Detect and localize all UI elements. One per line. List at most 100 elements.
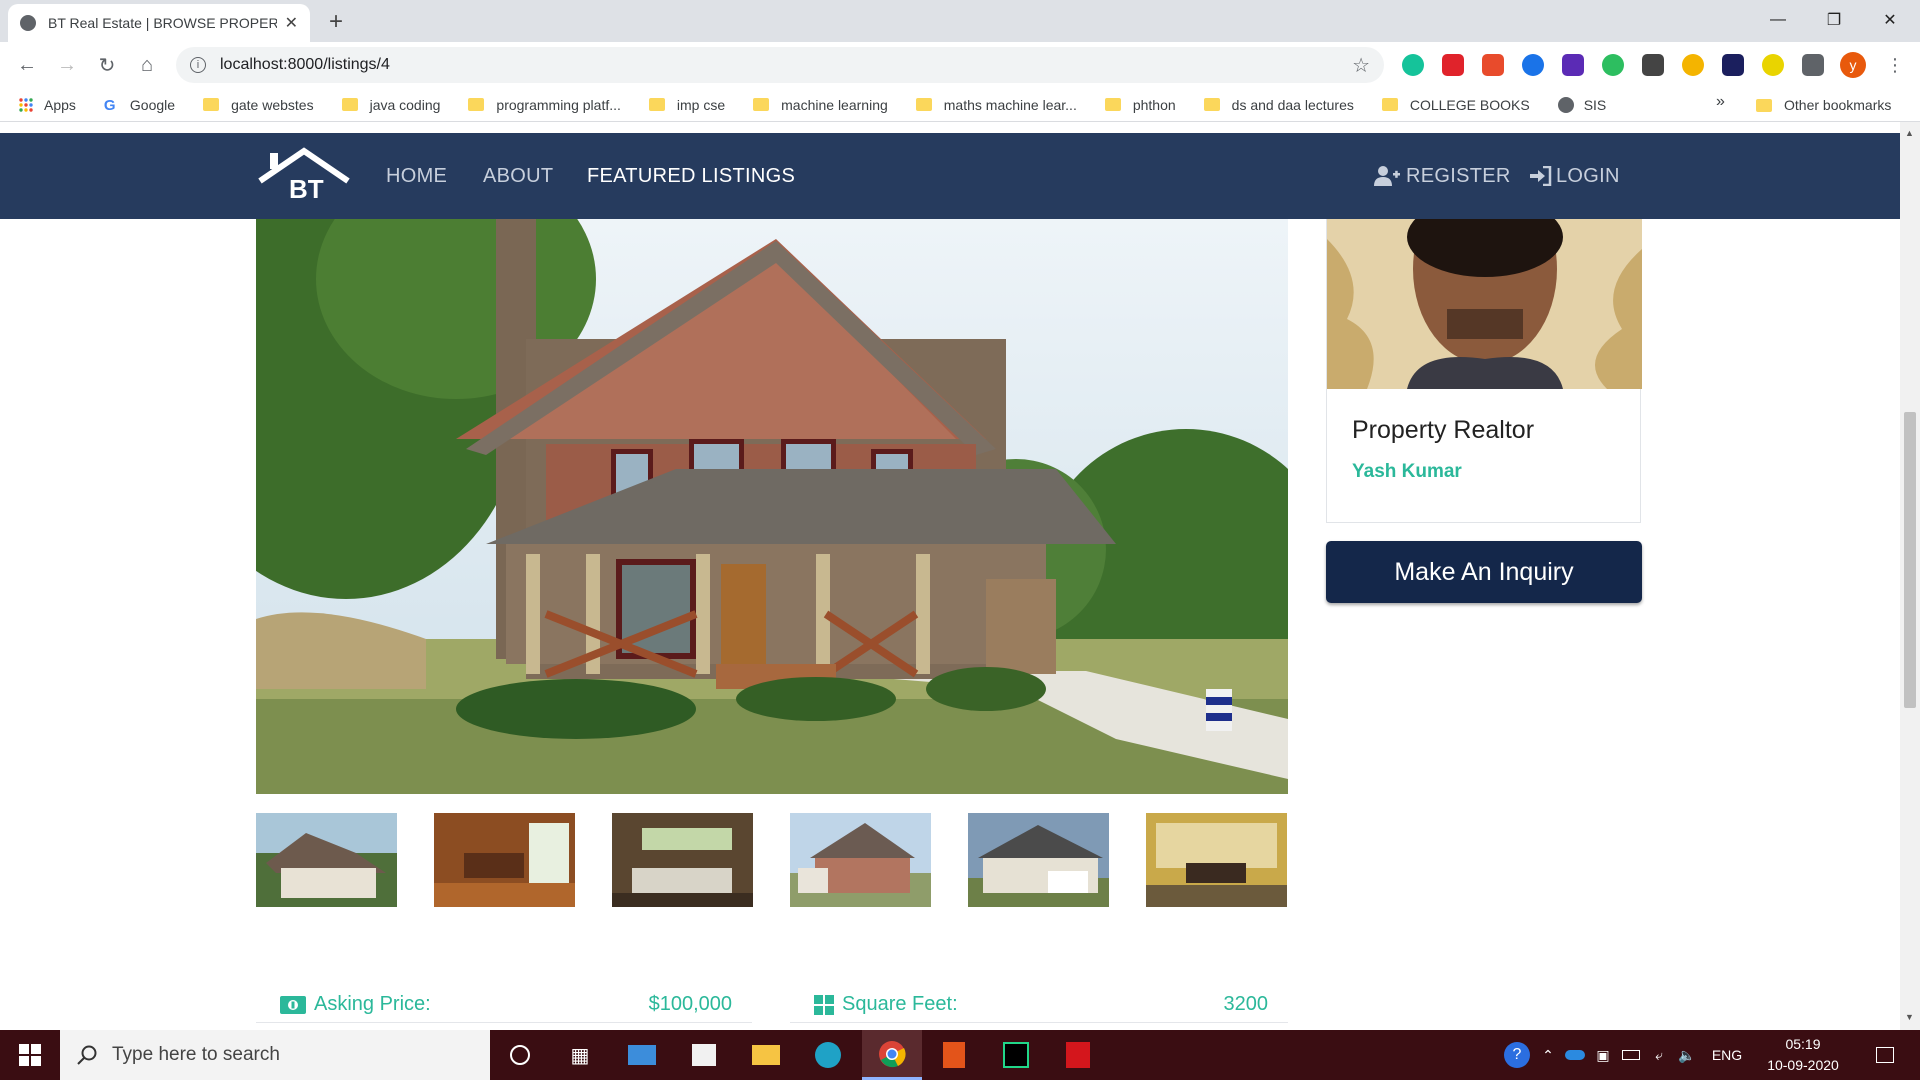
purple-extension-icon[interactable] (1562, 54, 1584, 76)
bookmark-folder[interactable]: imp cse (648, 97, 725, 113)
bookmark-folder[interactable]: maths machine lear... (915, 97, 1077, 113)
folder-icon (468, 98, 485, 111)
site-info-icon[interactable]: i (190, 57, 206, 73)
mail-app-icon[interactable] (612, 1030, 672, 1080)
display-tray-icon[interactable]: ▣ (1590, 1030, 1616, 1080)
bookmark-label: phthon (1132, 96, 1176, 113)
register-label: REGISTER (1406, 164, 1511, 187)
nav-about-link[interactable]: ABOUT (483, 133, 553, 219)
selenium-extension-icon[interactable] (1642, 54, 1664, 76)
office-app-icon[interactable] (924, 1030, 984, 1080)
bookmark-folder[interactable]: phthon (1104, 96, 1176, 113)
scroll-down-icon[interactable]: ▼ (1905, 1012, 1914, 1022)
listing-thumbnail[interactable] (612, 813, 753, 907)
realtor-card: Property Realtor Yash Kumar (1326, 219, 1642, 523)
detail-label: Square Feet: (842, 993, 958, 1015)
grid-icon (814, 994, 834, 1015)
tab-close-icon[interactable]: ✕ (285, 13, 298, 33)
make-inquiry-button[interactable]: Make An Inquiry (1326, 541, 1642, 603)
language-indicator[interactable]: ENG (1704, 1030, 1750, 1080)
chrome-icon (879, 1040, 906, 1067)
home-icon[interactable]: ⌂ (132, 50, 162, 80)
battery-icon[interactable] (1618, 1030, 1644, 1080)
listing-thumbnail[interactable] (1146, 813, 1287, 907)
file-explorer-icon[interactable] (736, 1030, 796, 1080)
page-scrollbar[interactable]: ▲ ▼ (1900, 122, 1920, 1030)
mega-extension-icon[interactable] (1442, 54, 1464, 76)
profile-avatar[interactable]: y (1840, 52, 1866, 78)
listing-thumbnail[interactable] (434, 813, 575, 907)
bookmark-folder[interactable]: machine learning (753, 97, 888, 113)
notifications-icon[interactable] (1862, 1030, 1908, 1080)
scrollbar-thumb[interactable] (1904, 412, 1916, 708)
extensions-puzzle-icon[interactable] (1802, 54, 1824, 76)
bookmarks-overflow-icon[interactable]: » (1716, 93, 1725, 111)
listing-thumbnail[interactable] (968, 813, 1109, 907)
puzzle-blue-extension-icon[interactable] (1522, 54, 1544, 76)
scroll-up-icon[interactable]: ▲ (1905, 128, 1914, 138)
onedrive-icon[interactable] (1562, 1030, 1588, 1080)
nav-featured-listings-link[interactable]: FEATURED LISTINGS (587, 133, 795, 219)
start-button[interactable] (0, 1030, 60, 1080)
bt-logo[interactable]: BT (256, 147, 352, 203)
dark-extension-icon[interactable] (1722, 54, 1744, 76)
realtor-photo (1327, 219, 1642, 389)
forward-arrow-icon[interactable]: → (52, 50, 82, 80)
detail-value: $100,000 (648, 993, 732, 1015)
evernote-extension-icon[interactable] (1602, 54, 1624, 76)
browser-tab[interactable]: BT Real Estate | BROWSE PROPERTY ✕ (8, 4, 310, 42)
edge-browser-icon[interactable] (798, 1030, 858, 1080)
windows-taskbar: Type here to search ▦ ? ⌃ ▣ ⤶ 🔈 ENG 05:1… (0, 1030, 1920, 1080)
wifi-icon[interactable]: ⤶ (1646, 1030, 1672, 1080)
minimize-icon[interactable]: — (1750, 0, 1806, 40)
tray-chevron-icon[interactable]: ⌃ (1536, 1030, 1560, 1080)
tab-title: BT Real Estate | BROWSE PROPERTY (48, 15, 277, 31)
new-tab-button[interactable]: + (322, 8, 350, 36)
play-extension-icon[interactable] (1762, 54, 1784, 76)
bookmark-sis[interactable]: SIS (1557, 96, 1606, 113)
clock-date: 10-09-2020 (1767, 1057, 1839, 1073)
site-navbar: BT HOME ABOUT FEATURED LISTINGS REGISTER… (0, 133, 1900, 219)
reload-icon[interactable]: ↻ (92, 50, 122, 80)
restore-icon[interactable]: ❐ (1806, 0, 1862, 40)
address-bar[interactable]: i localhost:8000/listings/4 ☆ (176, 47, 1384, 83)
acrobat-app-icon[interactable] (1048, 1030, 1108, 1080)
bookmark-star-icon[interactable]: ☆ (1352, 53, 1370, 78)
bookmark-label: java coding (369, 96, 441, 113)
nav-register-link[interactable]: REGISTER (1374, 133, 1511, 219)
search-icon (77, 1045, 97, 1065)
store-app-icon[interactable] (674, 1030, 734, 1080)
nav-home-link[interactable]: HOME (386, 133, 447, 219)
nav-login-link[interactable]: LOGIN (1530, 133, 1620, 219)
bookmark-google[interactable]: G Google (104, 97, 175, 114)
bookmark-folder[interactable]: gate webstes (203, 97, 314, 113)
back-arrow-icon[interactable]: ← (12, 50, 42, 80)
bookmark-folder[interactable]: COLLEGE BOOKS (1381, 97, 1530, 113)
bookmark-folder[interactable]: ds and daa lectures (1203, 97, 1354, 113)
globe-icon (1557, 96, 1574, 113)
other-bookmarks[interactable]: Other bookmarks (1756, 88, 1891, 122)
bookmark-label: Apps (44, 96, 76, 113)
bookmark-folder[interactable]: java coding (341, 96, 441, 113)
chrome-menu-icon[interactable]: ⋮ (1880, 50, 1910, 80)
megaphone-extension-icon[interactable] (1482, 54, 1504, 76)
bookmark-folder[interactable]: programming platf... (468, 97, 621, 113)
bookmark-apps[interactable]: Apps (18, 97, 76, 113)
taskbar-clock[interactable]: 05:19 10-09-2020 (1760, 1034, 1846, 1076)
realtor-name-link[interactable]: Yash Kumar (1352, 461, 1462, 483)
listing-thumbnail[interactable] (256, 813, 397, 907)
detail-label: Asking Price: (314, 993, 431, 1015)
volume-icon[interactable]: 🔈 (1674, 1030, 1700, 1080)
listing-thumbnail[interactable] (790, 813, 931, 907)
task-view-icon[interactable]: ▦ (550, 1030, 610, 1080)
help-icon[interactable]: ? (1500, 1030, 1534, 1080)
close-window-icon[interactable]: ✕ (1862, 0, 1918, 40)
chrome-app-icon[interactable] (862, 1030, 922, 1080)
compass-extension-icon[interactable] (1682, 54, 1704, 76)
taskbar-search[interactable]: Type here to search (60, 1030, 490, 1080)
cortana-icon[interactable] (490, 1030, 550, 1080)
search-placeholder: Type here to search (112, 1044, 280, 1065)
pycharm-app-icon[interactable] (986, 1030, 1046, 1080)
detail-asking-price: Asking Price: $100,000 (256, 987, 752, 1023)
grammarly-extension-icon[interactable] (1402, 54, 1424, 76)
